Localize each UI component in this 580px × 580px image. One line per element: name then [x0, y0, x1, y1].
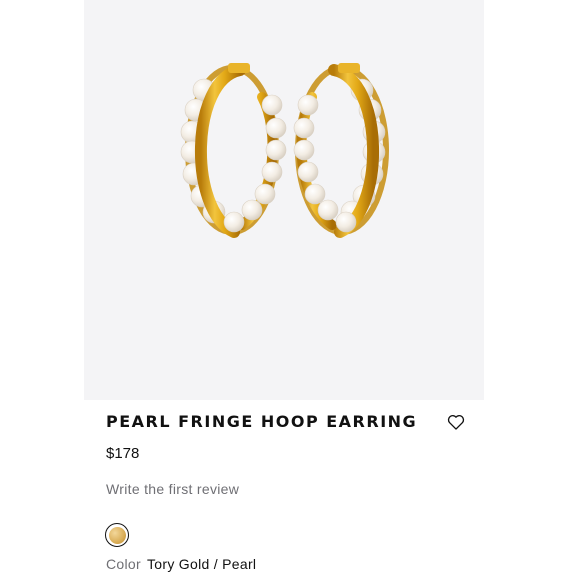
product-price: $178: [106, 445, 140, 462]
color-value: Tory Gold / Pearl: [146, 556, 257, 572]
product-image-gallery[interactable]: [84, 0, 484, 400]
color-label: Color: [106, 556, 141, 572]
color-swatch-selected[interactable]: [105, 523, 129, 547]
gold-swatch-icon: [108, 526, 126, 544]
product-title: PEARL FRINGE HOOP EARRING: [106, 412, 418, 431]
earring-product-image: [180, 63, 389, 238]
write-review-link[interactable]: Write the first review: [106, 481, 239, 497]
wishlist-heart-icon[interactable]: [446, 412, 466, 432]
selected-color: Color Tory Gold / Pearl: [106, 556, 256, 572]
